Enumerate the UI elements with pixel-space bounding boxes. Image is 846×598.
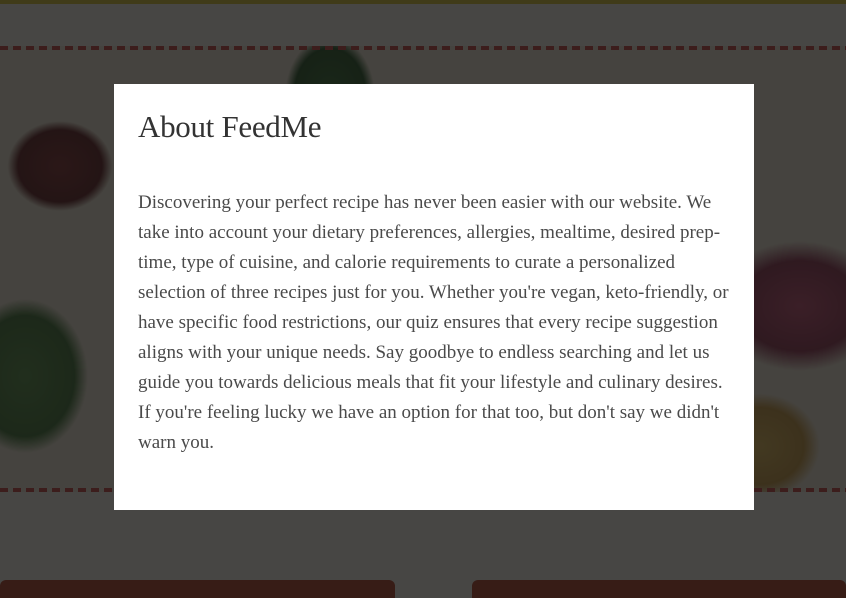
modal-body-text: Discovering your perfect recipe has neve… bbox=[138, 192, 729, 453]
about-modal: About FeedMe Discovering your perfect re… bbox=[114, 84, 754, 510]
modal-title: About FeedMe bbox=[138, 109, 322, 144]
page: About FeedMe Discovering your perfect re… bbox=[0, 0, 846, 598]
